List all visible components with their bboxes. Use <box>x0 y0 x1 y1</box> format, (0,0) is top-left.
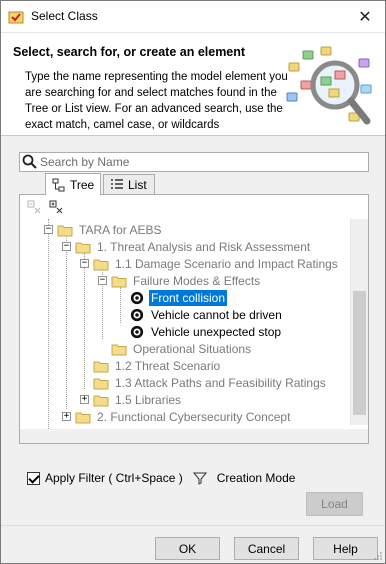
collapse-toggle-icon[interactable]: − <box>98 276 107 285</box>
list-view-icon <box>111 179 123 189</box>
ok-button[interactable]: OK <box>155 537 220 560</box>
tree-item[interactable]: 1.3 Attack Paths and Feasibility Ratings <box>80 374 328 391</box>
tree-guide-line <box>48 219 49 431</box>
window-title: Select Class <box>31 9 98 23</box>
app-icon <box>8 11 24 24</box>
search-illustration-icon <box>286 46 372 125</box>
tree-item[interactable]: − Failure Modes & Effects <box>98 272 262 289</box>
collapse-all-icon[interactable] <box>26 199 42 215</box>
load-button[interactable]: Load <box>306 492 363 516</box>
collapse-toggle-icon[interactable]: − <box>80 259 89 268</box>
tab-list[interactable]: List <box>103 174 155 195</box>
tree-view-icon <box>52 178 65 191</box>
horizontal-scrollbar[interactable] <box>20 429 368 443</box>
search-field[interactable] <box>19 152 369 172</box>
tree-item[interactable]: Vehicle unexpected stop <box>116 323 283 340</box>
tab-tree[interactable]: Tree <box>45 173 101 195</box>
header-title: Select, search for, or create an element <box>13 45 246 59</box>
tree-item[interactable]: − TARA for AEBS <box>44 221 163 238</box>
dialog-header: Select, search for, or create an element… <box>1 32 385 136</box>
threat-icon <box>130 308 144 321</box>
tree-item-label: Vehicle unexpected stop <box>151 324 282 339</box>
search-icon <box>22 154 37 169</box>
tree-item-label: 1.5 Libraries <box>115 392 182 407</box>
filter-row: Apply Filter ( Ctrl+Space ) Creation Mod… <box>27 469 295 487</box>
creation-mode-label[interactable]: Creation Mode <box>217 471 296 485</box>
tree-item-label: Failure Modes & Effects <box>133 273 261 288</box>
folder-icon <box>111 344 127 355</box>
tree-guide-line <box>66 236 67 409</box>
threat-icon <box>130 291 144 304</box>
tree-item-label: Vehicle cannot be driven <box>151 307 282 322</box>
folder-icon <box>93 378 109 389</box>
folder-icon <box>93 259 109 270</box>
model-tree: − TARA for AEBS −1. Threat Analysis and Ri… <box>20 219 350 443</box>
folder-icon <box>75 412 91 423</box>
collapse-toggle-icon[interactable]: − <box>44 225 53 234</box>
threat-icon <box>130 325 144 338</box>
tree-item[interactable]: Front collision <box>116 289 228 306</box>
expand-all-icon[interactable] <box>48 199 64 215</box>
help-button[interactable]: Help <box>313 537 378 560</box>
tree-item-label: 1.2 Threat Scenario <box>115 358 221 373</box>
folder-icon <box>93 395 109 406</box>
resize-grip-icon[interactable] <box>373 551 383 561</box>
tab-list-label: List <box>128 178 147 192</box>
cancel-button[interactable]: Cancel <box>234 537 299 560</box>
tree-item-label: Front collision <box>149 289 228 306</box>
tree-item-label: 1.3 Attack Paths and Feasibility Ratings <box>115 375 326 390</box>
tree-item[interactable]: Vehicle cannot be driven <box>116 306 284 323</box>
filter-icon[interactable] <box>192 471 207 485</box>
scrollbar-thumb[interactable] <box>353 291 366 415</box>
tree-item-label: Operational Situations <box>133 341 252 356</box>
tree-item[interactable]: Operational Situations <box>98 340 253 357</box>
expand-toggle-icon[interactable]: + <box>80 395 89 404</box>
close-icon[interactable]: ✕ <box>345 1 385 32</box>
tree-item[interactable]: +2. Functional Cybersecurity Concept <box>62 408 292 425</box>
collapse-toggle-icon[interactable]: − <box>62 242 71 251</box>
tree-item-label: 2. Functional Cybersecurity Concept <box>97 409 291 424</box>
tree-item[interactable]: +1.5 Libraries <box>80 391 183 408</box>
tree-panel: − TARA for AEBS −1. Threat Analysis and Ri… <box>19 194 369 444</box>
tree-item-label: 1.1 Damage Scenario and Impact Ratings <box>115 256 338 271</box>
folder-icon <box>57 225 73 236</box>
dialog-footer: OK Cancel Help <box>1 525 385 563</box>
tree-item[interactable]: 1.2 Threat Scenario <box>80 357 222 374</box>
folder-icon <box>111 276 127 287</box>
apply-filter-label[interactable]: Apply Filter ( Ctrl+Space ) <box>45 471 183 485</box>
header-description: Type the name representing the model ele… <box>25 71 288 131</box>
tree-item[interactable]: − 1.1 Damage Scenario and Impact Ratings <box>80 255 340 272</box>
apply-filter-checkbox[interactable] <box>27 471 40 485</box>
folder-icon <box>93 361 109 372</box>
select-class-dialog: Select Class ✕ Select, search for, or cr… <box>0 0 386 564</box>
expand-toggle-icon[interactable]: + <box>62 412 71 421</box>
search-input[interactable] <box>39 154 359 170</box>
folder-icon <box>75 242 91 253</box>
tree-item[interactable]: − 1. Threat Analysis and Risk Assessment <box>62 238 312 255</box>
tree-item-label: TARA for AEBS <box>79 222 162 237</box>
tab-tree-label: Tree <box>70 177 95 192</box>
tree-toolbar <box>20 195 368 219</box>
title-bar: Select Class ✕ <box>1 1 385 32</box>
tree-item-label: 1. Threat Analysis and Risk Assessment <box>97 239 311 254</box>
vertical-scrollbar[interactable] <box>350 219 368 425</box>
